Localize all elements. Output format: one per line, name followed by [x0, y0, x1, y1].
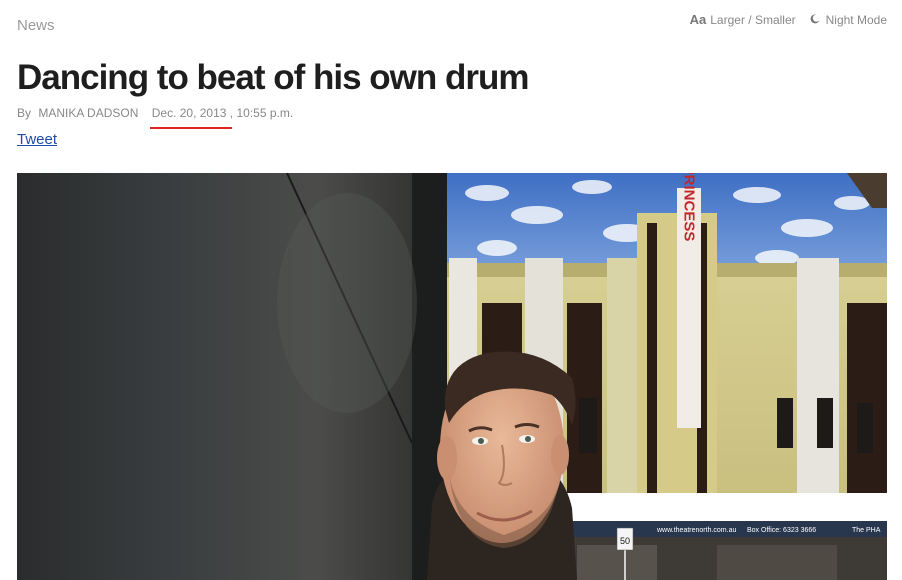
article-photo: PRINCESS www.theatrenorth.com.au Box Off… — [17, 173, 887, 580]
publish-date-text: Dec. 20, 2013 — [151, 106, 227, 120]
publish-date: Dec. 20, 2013 — [149, 106, 232, 129]
banner-site-text: www.theatrenorth.com.au — [656, 527, 736, 534]
date-underline — [149, 127, 232, 129]
photo-illustration: PRINCESS www.theatrenorth.com.au Box Off… — [17, 173, 887, 580]
article-tools: Aa Larger / Smaller Night Mode — [690, 12, 887, 27]
tweet-link[interactable]: Tweet — [17, 131, 57, 148]
publish-time: , 10:55 p.m. — [229, 106, 294, 120]
banner-box-office-text: Box Office: 6323 3666 — [747, 527, 816, 534]
article-headline: Dancing to beat of his own drum — [17, 58, 529, 97]
night-mode-toggle[interactable]: Night Mode — [826, 13, 887, 27]
font-size-toggle[interactable]: Larger / Smaller — [710, 13, 795, 27]
author-name[interactable]: MANIKA DADSON — [38, 106, 138, 120]
moon-icon[interactable] — [810, 13, 820, 24]
vertical-sign-text: PRINCESS — [681, 173, 698, 241]
banner-right-text: The PHA — [852, 527, 881, 534]
speed-sign-text: 50 — [620, 536, 630, 546]
font-size-icon[interactable]: Aa — [690, 12, 707, 27]
section-label[interactable]: News — [17, 17, 55, 34]
article-byline: By MANIKA DADSON Dec. 20, 2013 , 10:55 p… — [17, 106, 294, 129]
byline-prefix: By — [17, 106, 32, 120]
